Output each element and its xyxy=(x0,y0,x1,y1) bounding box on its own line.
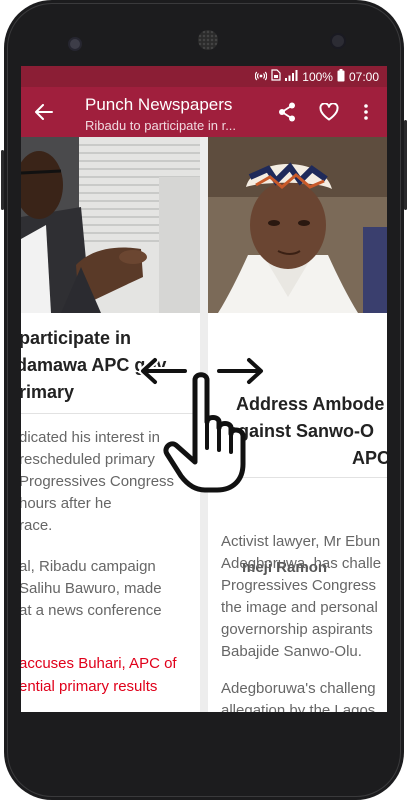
heart-icon[interactable] xyxy=(317,100,341,124)
battery-percent: 100% xyxy=(302,69,333,84)
body-right-line-2: Adegboruwa, has challe xyxy=(221,555,382,572)
phone-screen: 100% 07:00 Punch Newspapers Ribadu to pa… xyxy=(21,66,387,712)
body-left-line-6: al, Ribadu campaign xyxy=(21,558,156,575)
overflow-menu-icon[interactable] xyxy=(357,100,375,124)
body-right-line-5: governorship aspirants xyxy=(221,621,373,638)
earpiece-speaker xyxy=(198,30,218,50)
body-right-line-7: Adegboruwa's challeng xyxy=(221,680,376,697)
article-photo-left xyxy=(21,137,200,313)
body-left-line-5: race. xyxy=(21,517,53,534)
body-left-line-7: Salihu Bawuro, made xyxy=(21,580,162,597)
body-right-line-1: Activist lawyer, Mr Ebun xyxy=(221,533,381,550)
front-camera xyxy=(68,37,82,51)
hotspot-icon xyxy=(255,69,268,84)
app-toolbar: Punch Newspapers Ribadu to participate i… xyxy=(21,87,387,137)
related-link-left-line-2[interactable]: ential primary results xyxy=(21,675,157,698)
body-right-line-3: Progressives Congress xyxy=(221,577,377,594)
back-arrow-icon[interactable] xyxy=(31,100,57,124)
sim-card-icon xyxy=(271,69,281,84)
pointing-hand-icon xyxy=(163,372,246,493)
power-button xyxy=(1,150,4,210)
related-link-left-line-1[interactable]: accuses Buhari, APC of xyxy=(21,652,177,675)
toolbar-title: Punch Newspapers xyxy=(85,95,233,114)
headline-left-line-1: participate in xyxy=(21,328,132,348)
body-right-line-8: allegation by the Lagos xyxy=(221,702,376,712)
body-right-line-4: the image and personal xyxy=(221,599,378,616)
article-photo-right xyxy=(208,137,387,313)
headline-left-line-3: rimary xyxy=(21,382,75,402)
body-left-line-2: rescheduled primary xyxy=(21,451,155,468)
status-bar: 100% 07:00 xyxy=(21,66,387,87)
share-icon[interactable] xyxy=(275,100,299,124)
proximity-sensor xyxy=(330,33,346,49)
body-left-line-8: at a news conference xyxy=(21,602,162,619)
volume-button xyxy=(404,120,407,210)
signal-icon xyxy=(285,69,298,84)
battery-icon xyxy=(337,68,345,85)
body-right-line-6: Babajide Sanwo-Olu. xyxy=(221,643,362,660)
clock: 07:00 xyxy=(348,69,379,84)
headline-right-line-3: APC xyxy=(352,448,387,468)
swipe-gesture-hint xyxy=(139,356,269,496)
body-left-line-4: hours after he xyxy=(21,495,112,512)
toolbar-subtitle: Ribadu to participate in r... xyxy=(85,118,237,133)
